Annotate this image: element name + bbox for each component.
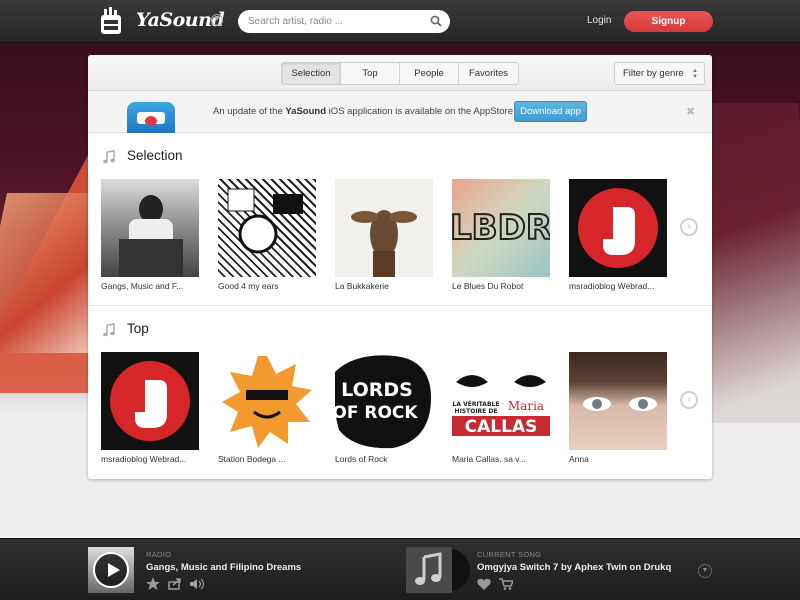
current-song-cover[interactable]	[406, 547, 452, 593]
current-song-kicker: CURRENT SONG	[477, 550, 542, 559]
section-divider	[88, 305, 712, 306]
update-banner: An update of the YaSound iOS application…	[88, 91, 712, 133]
song-actions	[477, 577, 515, 590]
update-message: An update of the YaSound iOS application…	[213, 106, 513, 117]
card-caption[interactable]: Maria Callas, sa v...	[452, 454, 550, 464]
card-caption[interactable]: Gangs, Music and F...	[101, 281, 199, 291]
radio-card[interactable]: LORDS OF ROCK Lords of Rock	[335, 352, 433, 464]
select-arrows-icon: ▲ ▼	[692, 68, 698, 80]
cover-image[interactable]: LBDR	[452, 179, 550, 277]
tab-people[interactable]: People	[400, 63, 459, 84]
download-app-button[interactable]: Download app	[514, 101, 587, 122]
radio-card[interactable]: LA VÉRITABLE HISTOIRE DE Maria CALLAS Ma…	[452, 352, 550, 464]
top-row: msradioblog Webrad... Station Bodega ...…	[101, 352, 691, 472]
brand-menu-chevron-icon[interactable]: ▼	[211, 14, 223, 26]
current-song-title[interactable]: Omgyjya Switch 7 by Aphex Twin on Drukq	[477, 562, 671, 573]
radio-title[interactable]: Gangs, Music and Filipino Dreams	[146, 562, 301, 573]
selection-row: Gangs, Music and F... Good 4 my ears La …	[101, 179, 691, 299]
radio-card[interactable]: msradioblog Webrad...	[569, 179, 667, 291]
search-input[interactable]	[248, 13, 423, 30]
radio-card[interactable]: Gangs, Music and F...	[101, 179, 199, 291]
art-callas-line2: HISTOIRE DE	[455, 408, 498, 415]
tab-selection[interactable]: Selection	[282, 63, 341, 84]
radio-card[interactable]: LBDR Le Blues Du Robot	[452, 179, 550, 291]
top-bar: YaSound ▼ Login Signup	[0, 0, 800, 43]
card-caption[interactable]: La Bukkakerie	[335, 281, 433, 291]
search-box[interactable]	[238, 10, 450, 33]
art-callas-line1: LA VÉRITABLE	[453, 400, 500, 408]
cover-image[interactable]	[218, 179, 316, 277]
share-icon[interactable]	[168, 577, 182, 590]
art-of-rock-text: OF ROCK	[335, 403, 418, 423]
radio-card[interactable]: Station Bodega ...	[218, 352, 316, 464]
heart-icon[interactable]	[477, 577, 491, 590]
radio-kicker: RADIO	[146, 550, 172, 559]
card-caption[interactable]: Station Bodega ...	[218, 454, 316, 464]
radio-card[interactable]: msradioblog Webrad...	[101, 352, 199, 464]
art-callas-name2: CALLAS	[465, 417, 538, 437]
star-icon[interactable]	[146, 577, 160, 590]
art-lords-text: LORDS	[341, 379, 413, 401]
login-link[interactable]: Login	[587, 15, 611, 26]
collapse-player-chevron-icon[interactable]: ▼	[698, 564, 712, 578]
radio-actions	[146, 577, 205, 590]
next-arrow-icon[interactable]: ›	[680, 391, 698, 409]
art-lbdr-text: LBDR	[452, 208, 550, 248]
card-caption[interactable]: Anna	[569, 454, 667, 464]
radio-card[interactable]: Good 4 my ears	[218, 179, 316, 291]
next-arrow-icon[interactable]: ›	[680, 218, 698, 236]
cover-image[interactable]	[569, 352, 667, 450]
panel-header: Selection Top People Favorites Filter by…	[88, 55, 712, 91]
card-caption[interactable]: Le Blues Du Robot	[452, 281, 550, 291]
close-banner-icon[interactable]: ✖	[686, 105, 695, 118]
tab-favorites[interactable]: Favorites	[459, 63, 518, 84]
tab-top[interactable]: Top	[341, 63, 400, 84]
cover-image[interactable]: LORDS OF ROCK	[335, 352, 433, 450]
cover-image[interactable]	[569, 179, 667, 277]
radio-card[interactable]: La Bukkakerie	[335, 179, 433, 291]
cover-image[interactable]	[101, 179, 199, 277]
yasound-logo-icon[interactable]	[98, 6, 124, 36]
signup-button[interactable]: Signup	[624, 11, 713, 32]
app-icon	[127, 102, 175, 133]
music-note-icon	[103, 323, 115, 337]
play-button[interactable]	[93, 552, 129, 588]
card-caption[interactable]: msradioblog Webrad...	[101, 454, 199, 464]
genre-filter-select[interactable]: Filter by genre ▲ ▼	[614, 62, 705, 85]
volume-icon[interactable]	[190, 577, 205, 590]
radio-card[interactable]: Anna	[569, 352, 667, 464]
cart-icon[interactable]	[499, 577, 515, 590]
cover-image[interactable]	[101, 352, 199, 450]
player-bar: RADIO Gangs, Music and Filipino Dreams C…	[0, 538, 800, 600]
main-panel: Selection Top People Favorites Filter by…	[88, 55, 712, 479]
cover-image[interactable]	[218, 352, 316, 450]
card-caption[interactable]: Good 4 my ears	[218, 281, 316, 291]
card-caption[interactable]: Lords of Rock	[335, 454, 433, 464]
search-icon[interactable]	[430, 15, 442, 27]
cover-image[interactable]: LA VÉRITABLE HISTOIRE DE Maria CALLAS	[452, 352, 550, 450]
genre-filter-label: Filter by genre	[623, 68, 684, 79]
art-callas-name1: Maria	[508, 399, 544, 413]
tab-bar: Selection Top People Favorites	[281, 62, 519, 85]
music-note-icon	[103, 150, 115, 164]
cover-image[interactable]	[335, 179, 433, 277]
card-caption[interactable]: msradioblog Webrad...	[569, 281, 667, 291]
